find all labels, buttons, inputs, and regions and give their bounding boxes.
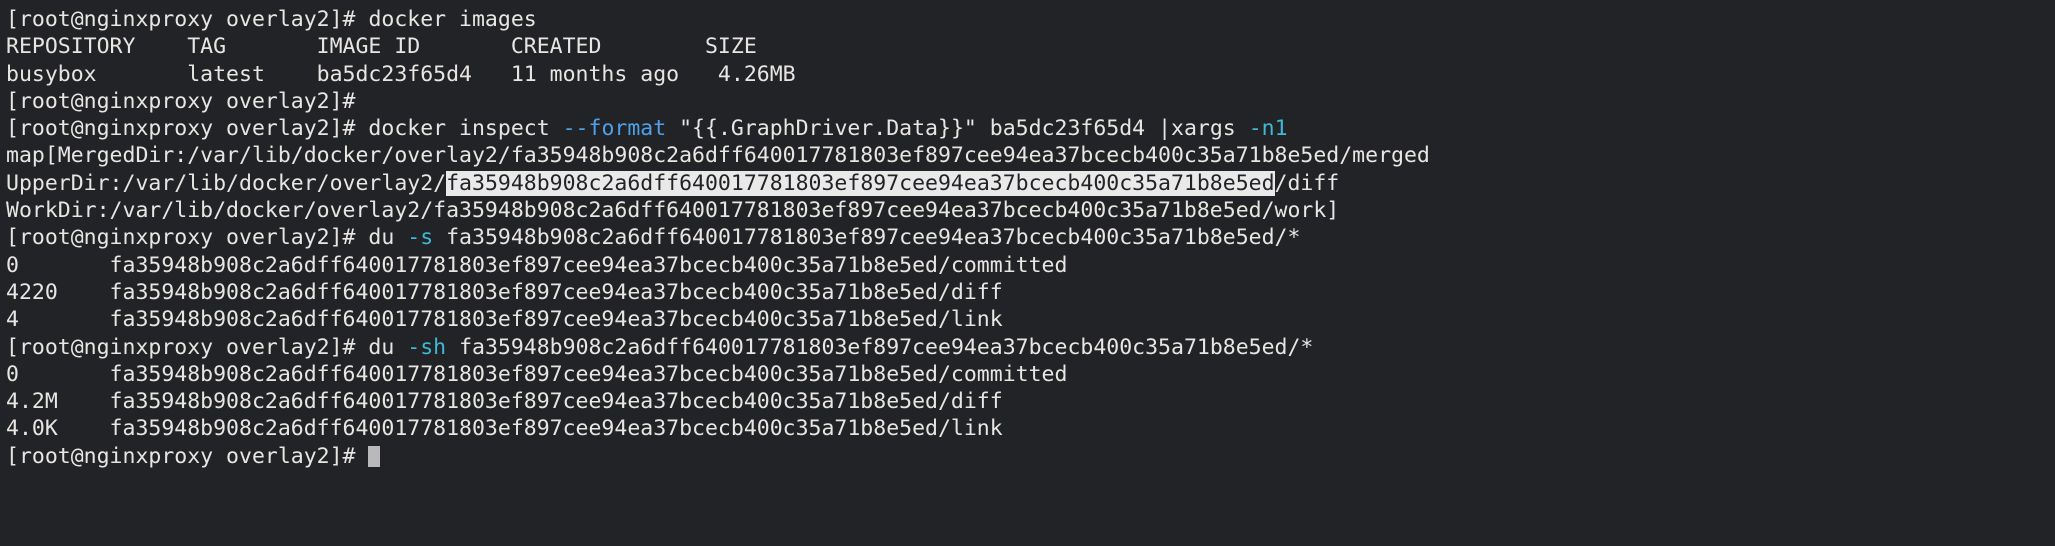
line-17-final-prompt: [root@nginxproxy overlay2]# [6, 443, 2055, 470]
selected-text[interactable]: fa35948b908c2a6dff640017781803ef897cee94… [446, 170, 1275, 196]
terminal-screen[interactable]: [root@nginxproxy overlay2]# docker image… [0, 0, 2055, 546]
line-16-du-sh-link: 4.0K fa35948b908c2a6dff640017781803ef897… [6, 415, 2055, 442]
text-segment: WorkDir:/var/lib/docker/overlay2/fa35948… [6, 198, 1340, 224]
text-segment: [root@nginxproxy overlay2]# [6, 7, 369, 32]
text-segment: }}" ba5dc23f65d4 |xargs [938, 116, 1249, 142]
text-segment: [root@nginxproxy overlay2]# du [6, 334, 408, 360]
text-segment: "{{ [666, 116, 718, 142]
text-segment: [root@nginxproxy overlay2]# [6, 443, 369, 469]
line-12-du-s-link: 4 fa35948b908c2a6dff640017781803ef897cee… [6, 306, 2055, 333]
line-7-output-upperdir: UpperDir:/var/lib/docker/overlay2/fa3594… [6, 170, 2055, 197]
text-segment: REPOSITORY TAG IMAGE ID CREATED SIZE [6, 34, 757, 60]
line-2-images-header: REPOSITORY TAG IMAGE ID CREATED SIZE [6, 33, 2055, 60]
line-4-empty-prompt: [root@nginxproxy overlay2]# [6, 88, 2055, 115]
text-segment: busybox latest ba5dc23f65d4 11 months ag… [6, 61, 796, 87]
text-segment: 0 fa35948b908c2a6dff640017781803ef897cee… [6, 361, 1068, 387]
text-segment: [root@nginxproxy overlay2]# [6, 88, 369, 114]
text-segment: --format [562, 116, 667, 142]
line-10-du-s-committed: 0 fa35948b908c2a6dff640017781803ef897cee… [6, 252, 2055, 279]
line-9-cmd-du-s: [root@nginxproxy overlay2]# du -s fa3594… [6, 224, 2055, 251]
text-segment: -sh [407, 334, 447, 360]
line-11-du-s-diff: 4220 fa35948b908c2a6dff640017781803ef897… [6, 279, 2055, 306]
line-3-images-row-busybox: busybox latest ba5dc23f65d4 11 months ag… [6, 61, 2055, 88]
text-segment: -s [407, 225, 434, 251]
text-segment: fa35948b908c2a6dff640017781803ef897cee94… [446, 334, 1314, 360]
text-segment: [root@nginxproxy overlay2]# docker inspe… [6, 116, 563, 142]
text-segment: 0 fa35948b908c2a6dff640017781803ef897cee… [6, 252, 1068, 278]
line-5-cmd-docker-inspect: [root@nginxproxy overlay2]# docker inspe… [6, 115, 2055, 142]
line-15-du-sh-diff: 4.2M fa35948b908c2a6dff640017781803ef897… [6, 388, 2055, 415]
text-segment: -n1 [1248, 116, 1288, 142]
text-segment: [root@nginxproxy overlay2]# du [6, 225, 408, 251]
text-segment: UpperDir:/var/lib/docker/overlay2/ [6, 170, 447, 196]
line-13-cmd-du-sh: [root@nginxproxy overlay2]# du -sh fa359… [6, 334, 2055, 361]
line-8-output-workdir: WorkDir:/var/lib/docker/overlay2/fa35948… [6, 197, 2055, 224]
text-segment: 4.2M fa35948b908c2a6dff640017781803ef897… [6, 389, 1003, 415]
line-14-du-sh-committed: 0 fa35948b908c2a6dff640017781803ef897cee… [6, 361, 2055, 388]
text-segment: map[MergedDir:/var/lib/docker/overlay2/f… [6, 143, 1430, 169]
text-segment: 4.0K fa35948b908c2a6dff640017781803ef897… [6, 416, 1003, 442]
text-segment: 4220 fa35948b908c2a6dff640017781803ef897… [6, 279, 1003, 305]
text-segment: fa35948b908c2a6dff640017781803ef897cee94… [433, 225, 1301, 251]
terminal-cursor [368, 445, 381, 467]
text-segment: 4 fa35948b908c2a6dff640017781803ef897cee… [6, 307, 1003, 333]
text-segment: docker images [368, 7, 537, 32]
line-1-cmd-docker-images: [root@nginxproxy overlay2]# docker image… [6, 6, 2055, 33]
text-segment: .GraphDriver.Data [717, 116, 939, 142]
text-segment: /diff [1274, 170, 1340, 196]
line-6-output-mergeddir: map[MergedDir:/var/lib/docker/overlay2/f… [6, 142, 2055, 169]
